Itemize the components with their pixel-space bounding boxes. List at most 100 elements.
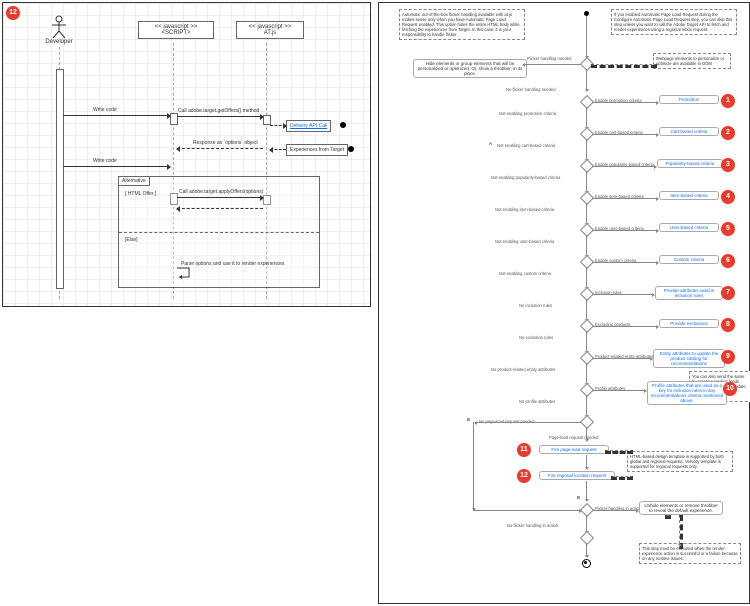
end-dot [584,561,587,564]
note-top-right: If you enabled Automatic Page Load Reque… [611,9,737,35]
stickman-icon [50,15,68,39]
anchor-b2: B [577,495,580,500]
alt-divider [119,232,319,233]
l-noflicker: No flicker handling needed [506,87,556,92]
node-fire-pageload[interactable]: Fire page-load request [539,445,609,454]
badge-4: 4 [721,190,735,204]
neg4: Not enabling item-based criteria [495,207,554,212]
msg-write2-label: Write code [93,158,117,164]
link2[interactable]: Cart-based criteria [659,127,719,136]
dot-experiences [348,146,354,152]
note-final: This step must be executed when the rend… [639,543,741,564]
note-experiences: Experiences from Target [286,144,348,156]
link9[interactable]: Entity attributes to update the product … [653,349,725,368]
link-delivery-api[interactable]: Delivery API Call [290,123,327,129]
msg-response [177,148,263,149]
v1b [586,69,587,91]
actor-developer: Developer [39,15,79,45]
msg-exp-line [270,149,286,150]
h1 [523,64,581,65]
link6[interactable]: Custom criteria [659,255,719,264]
anchor-b1: B [467,417,470,422]
self-msg-parse [173,267,193,281]
msg-parse-label: Parse options and use it to render exper… [181,261,284,267]
link10[interactable]: Profile attributes that are used as a ke… [647,381,727,405]
badge-3: 3 [721,158,735,172]
msg-getoffers [177,116,263,117]
vr-pl2 [586,455,587,469]
hr9 [592,358,652,359]
badge-8: 8 [721,318,735,332]
activation-atjs-1 [263,115,271,125]
badge-12b: 12 [517,469,531,483]
hr7 [592,294,654,295]
msg-applyoffers [177,197,263,198]
hr4 [592,198,658,199]
badge-2: 2 [721,126,735,140]
link4[interactable]: Item-based criteria [659,191,719,200]
lane-script: << javascript >> <SCRIPT> [138,21,214,39]
lane-atjs: << javascript >> AT.js [236,21,304,39]
msg-write1-label: Write code [93,107,117,113]
h-tmpl2 [611,476,633,480]
hr3 [592,166,656,167]
hr8 [592,326,658,327]
link7[interactable]: Provide attributes used in inclusion rul… [655,286,723,300]
neg1: Not enabling promotion criteria [499,111,556,116]
note-top-left: Automatic out-of-the-box flicker handlin… [399,9,525,40]
neg5: Not enabling user-based criteria [495,239,554,244]
neg7: No inclusion rules [519,303,552,308]
d-merge [580,531,594,545]
link3[interactable]: Popularity-based criteria [657,159,723,168]
h-tmpl1 [605,450,633,454]
msg-applyoffers-label: Call adobe.target.applyOffers(options) [179,189,263,195]
alt-cond1: [ HTML Offer ] [125,191,156,197]
neg6: Not enabling custom criteria [499,271,551,276]
h-dom [591,64,657,68]
l-no-flicker-action: No flicker handling in action [507,523,558,528]
h-nopl [475,422,581,423]
actor-label: Developer [39,39,79,45]
dot-delivery [340,122,346,128]
msg-write1 [63,115,170,116]
msg-delivery-line [270,125,286,126]
msg-applyoffers-ret [177,208,263,209]
v-start [586,16,587,58]
node-fire-regional[interactable]: Fire regional-location request [539,471,615,480]
neg2: Not enabling cart-based criteria [497,143,555,148]
h-unhide [592,510,638,511]
l-pageload-needed: Page-load request needed [549,435,598,440]
hr6 [592,262,658,263]
link1[interactable]: Promotion [659,95,719,104]
sequence-diagram-panel: 12 Developer << javascript >> <SCRIPT> <… [2,2,371,307]
node-hide-elements: Hide elements or group elements that wil… [413,59,527,78]
flowchart-panel: Automatic out-of-the-box flicker handlin… [378,2,750,604]
alt-cond2: [Else] [125,237,138,243]
alt-title: Alternative [119,177,150,186]
badge-12-seq: 12 [6,6,20,20]
badge-9: 9 [721,350,735,364]
l-flicker-needed: Flicker handling needed [527,56,571,61]
badge-11: 11 [517,443,531,457]
neg8: No exclusion rules [519,335,553,340]
neg9: No product-related entity attributes [491,367,555,372]
vr-pl3 [586,481,587,501]
vr-end [586,543,587,557]
note-delivery[interactable]: Delivery API Call [286,120,331,132]
anchor-a: A [489,141,492,146]
hr1 [592,102,658,103]
v-bypass [473,422,474,510]
h-final [665,515,671,519]
badge-10: 10 [723,382,737,396]
link8[interactable]: Provide exclusions [659,319,719,328]
msg-write2 [63,166,170,167]
activation-dev [56,69,64,289]
hr10 [592,390,646,391]
badge-5: 5 [721,222,735,236]
badge-6: 6 [721,254,735,268]
note-html-template: HTML-based design template is supported … [627,451,733,472]
v-final [679,515,683,549]
link5[interactable]: User-based criteria [659,223,719,232]
badge-7: 7 [721,286,735,300]
d-pageload [580,415,594,429]
